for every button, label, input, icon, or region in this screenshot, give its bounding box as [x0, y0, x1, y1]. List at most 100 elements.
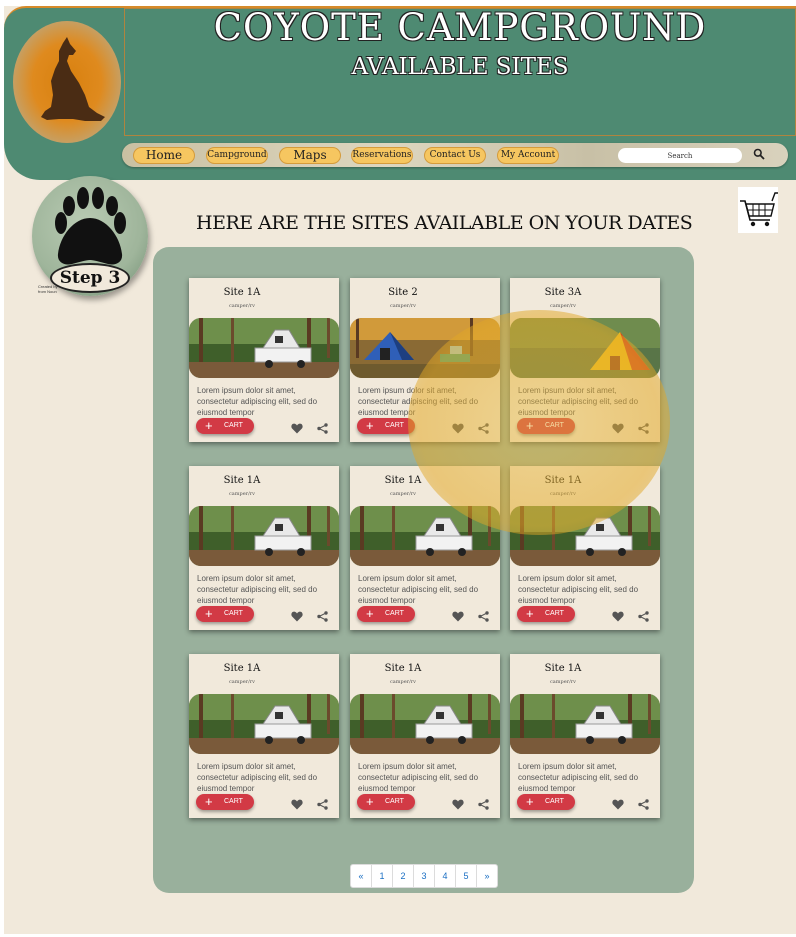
- add-to-cart-button[interactable]: + CART: [517, 418, 575, 434]
- site-card[interactable]: Site 3A camper/rv Lorem ipsum dolor sit am…: [510, 278, 660, 442]
- site-card[interactable]: Site 1A camper/rv Lorem ipsum dolor sit am…: [510, 654, 660, 818]
- site-title: Site 3A: [544, 287, 582, 298]
- site-type: camper/rv: [229, 679, 255, 685]
- heart-icon[interactable]: [291, 609, 303, 622]
- site-title: Site 1A: [544, 663, 582, 674]
- nav-campground-button[interactable]: Campground: [206, 147, 268, 164]
- cart-button-label: CART: [545, 798, 564, 805]
- share-icon[interactable]: [638, 421, 649, 434]
- page-3-button[interactable]: 3: [413, 864, 435, 888]
- nav-home-button[interactable]: Home: [133, 147, 195, 164]
- heart-icon[interactable]: [452, 421, 464, 434]
- share-icon[interactable]: [317, 421, 328, 434]
- page-prev-button[interactable]: «: [350, 864, 372, 888]
- page-2-button[interactable]: 2: [392, 864, 414, 888]
- cart-button-label: CART: [545, 422, 564, 429]
- site-card[interactable]: Site 1A camper/rv Lorem ipsum dolor sit am…: [350, 654, 500, 818]
- heart-icon[interactable]: [291, 797, 303, 810]
- site-card[interactable]: Site 1A camper/rv Lorem ipsum dolor sit am…: [189, 278, 339, 442]
- site-title: Site 1A: [544, 475, 582, 486]
- nav-maps-button[interactable]: Maps: [279, 147, 341, 164]
- heart-icon[interactable]: [612, 797, 624, 810]
- plus-icon: +: [366, 794, 374, 809]
- plus-icon: +: [205, 418, 213, 433]
- cart-button-label: CART: [224, 610, 243, 617]
- site-card[interactable]: Site 1A camper/rv Lorem ipsum dolor sit am…: [350, 466, 500, 630]
- site-photo[interactable]: [510, 506, 660, 566]
- share-icon[interactable]: [638, 797, 649, 810]
- site-type: camper/rv: [550, 679, 576, 685]
- heart-icon[interactable]: [612, 609, 624, 622]
- heart-icon[interactable]: [452, 609, 464, 622]
- site-card[interactable]: Site 1A camper/rv Lorem ipsum dolor sit am…: [189, 654, 339, 818]
- site-type: camper/rv: [390, 303, 416, 309]
- site-title: Site 2: [388, 287, 418, 298]
- add-to-cart-button[interactable]: + CART: [517, 606, 575, 622]
- site-card[interactable]: Site 2 camper/rv Lorem ipsum dolor sit ame…: [350, 278, 500, 442]
- plus-icon: +: [205, 606, 213, 621]
- plus-icon: +: [526, 418, 534, 433]
- icon-credit: Created by from Noun: [38, 284, 58, 294]
- site-type: camper/rv: [229, 303, 255, 309]
- site-title: Site 1A: [223, 663, 261, 674]
- site-photo[interactable]: [350, 694, 500, 754]
- site-title: COYOTE CAMPGROUND: [213, 6, 707, 49]
- heart-icon[interactable]: [291, 421, 303, 434]
- share-icon[interactable]: [317, 797, 328, 810]
- site-subtitle: AVAILABLE SITES: [351, 54, 569, 80]
- site-title: Site 1A: [223, 287, 261, 298]
- page-5-button[interactable]: 5: [455, 864, 477, 888]
- site-description: Lorem ipsum dolor sit amet, consectetur …: [518, 762, 639, 793]
- search-input[interactable]: [618, 148, 742, 163]
- heart-icon[interactable]: [452, 797, 464, 810]
- site-photo[interactable]: [350, 506, 500, 566]
- page-next-button[interactable]: »: [476, 864, 498, 888]
- heart-icon[interactable]: [612, 421, 624, 434]
- share-icon[interactable]: [478, 797, 489, 810]
- site-description: Lorem ipsum dolor sit amet, consectetur …: [358, 574, 479, 605]
- share-icon[interactable]: [478, 421, 489, 434]
- plus-icon: +: [526, 606, 534, 621]
- cart-button-label: CART: [385, 798, 404, 805]
- add-to-cart-button[interactable]: + CART: [517, 794, 575, 810]
- site-description: Lorem ipsum dolor sit amet, consectetur …: [197, 762, 318, 793]
- page-4-button[interactable]: 4: [434, 864, 456, 888]
- cart-button-label: CART: [545, 610, 564, 617]
- site-type: camper/rv: [390, 679, 416, 685]
- site-photo[interactable]: [510, 318, 660, 378]
- share-icon[interactable]: [317, 609, 328, 622]
- cart-button-label: CART: [224, 798, 243, 805]
- nav-account-button[interactable]: My Account: [497, 147, 559, 164]
- add-to-cart-button[interactable]: + CART: [196, 418, 254, 434]
- site-photo[interactable]: [189, 506, 339, 566]
- add-to-cart-button[interactable]: + CART: [357, 794, 415, 810]
- step-label: Step 3: [50, 263, 130, 293]
- nav-reservations-button[interactable]: Reservations: [351, 147, 413, 164]
- page-1-button[interactable]: 1: [371, 864, 393, 888]
- add-to-cart-button[interactable]: + CART: [196, 794, 254, 810]
- shopping-cart-icon[interactable]: [738, 187, 778, 233]
- page-heading: HERE ARE THE SITES AVAILABLE ON YOUR DAT…: [196, 212, 693, 234]
- site-card[interactable]: Site 1A camper/rv Lorem ipsum dolor sit am…: [189, 466, 339, 630]
- site-description: Lorem ipsum dolor sit amet, consectetur …: [358, 762, 479, 793]
- site-type: camper/rv: [229, 491, 255, 497]
- site-photo[interactable]: [350, 318, 500, 378]
- nav-contact-button[interactable]: Contact Us: [424, 147, 486, 164]
- sites-panel: Site 1A camper/rv Lorem ipsum dolor sit am…: [153, 247, 694, 893]
- search-icon[interactable]: [753, 148, 765, 160]
- site-photo[interactable]: [189, 318, 339, 378]
- share-icon[interactable]: [478, 609, 489, 622]
- add-to-cart-button[interactable]: + CART: [357, 418, 415, 434]
- site-photo[interactable]: [510, 694, 660, 754]
- site-card[interactable]: Site 1A camper/rv Lorem ipsum dolor sit am…: [510, 466, 660, 630]
- pagination: « 1 2 3 4 5 »: [350, 864, 498, 888]
- add-to-cart-button[interactable]: + CART: [196, 606, 254, 622]
- share-icon[interactable]: [638, 609, 649, 622]
- site-title: Site 1A: [223, 475, 261, 486]
- site-title: Site 1A: [384, 475, 422, 486]
- site-title: Site 1A: [384, 663, 422, 674]
- add-to-cart-button[interactable]: + CART: [357, 606, 415, 622]
- cart-button-label: CART: [385, 422, 404, 429]
- howling-coyote-icon[interactable]: [13, 21, 121, 143]
- site-photo[interactable]: [189, 694, 339, 754]
